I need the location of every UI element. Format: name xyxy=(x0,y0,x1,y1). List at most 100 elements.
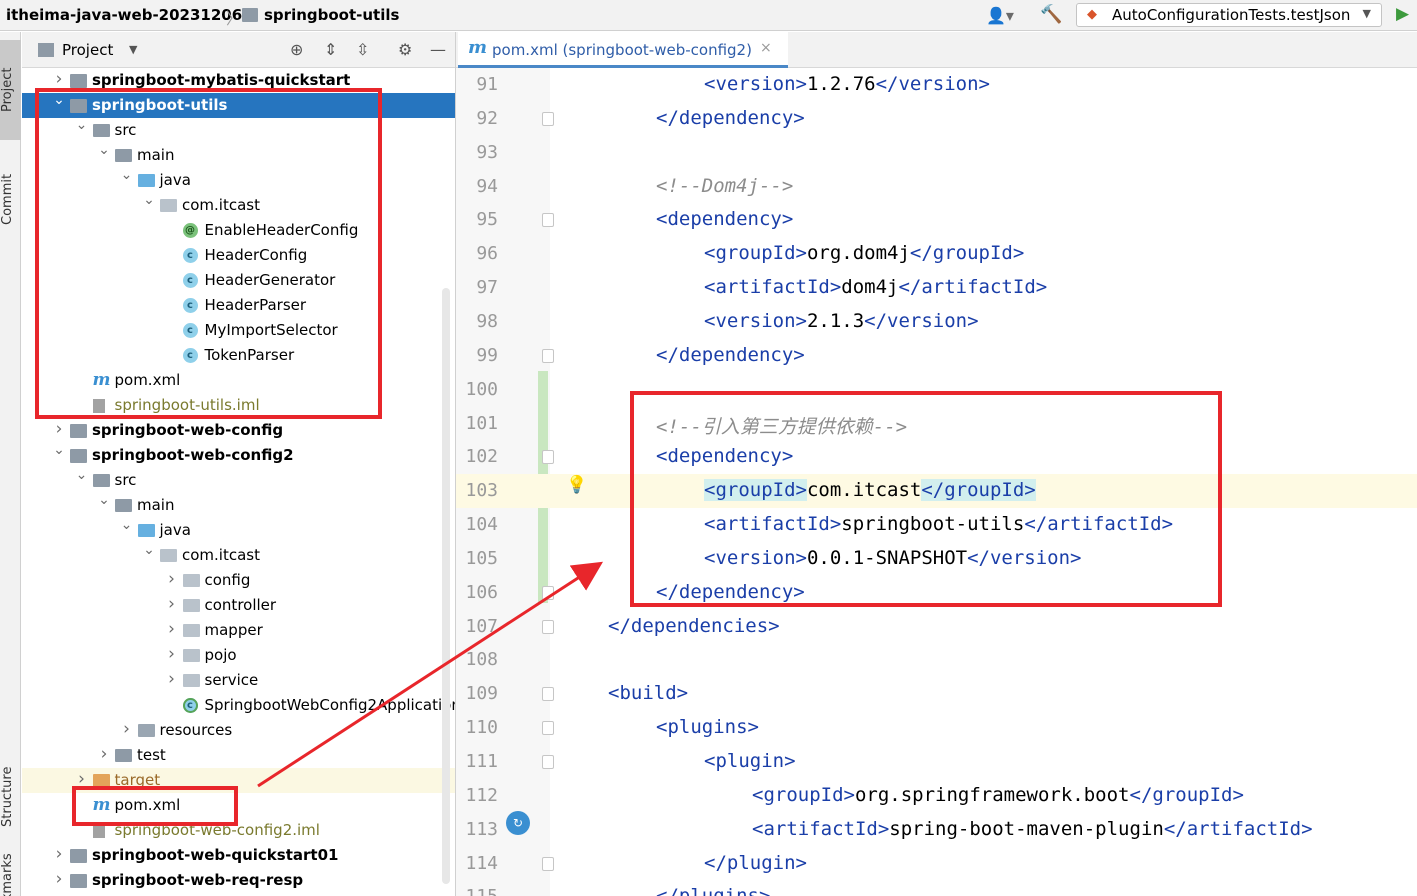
tree-item[interactable]: › target xyxy=(22,768,455,793)
chevron-down-icon[interactable]: ⌄ xyxy=(97,142,111,158)
lightbulb-icon[interactable]: 💡 xyxy=(566,475,587,495)
tree-item[interactable]: › springboot-web-quickstart01 xyxy=(22,843,455,868)
tool-tab-project[interactable]: Project xyxy=(0,40,21,140)
chevron-down-icon[interactable]: ▼ xyxy=(129,43,137,56)
fold-marker-icon[interactable] xyxy=(542,348,554,363)
chevron-right-icon[interactable]: › xyxy=(52,869,66,889)
fold-marker-icon[interactable] xyxy=(542,619,554,634)
locate-file-icon[interactable]: ⊕ xyxy=(290,40,303,59)
tree-item[interactable]: › config xyxy=(22,568,455,593)
code-line[interactable]: 102 <dependency> xyxy=(456,440,1417,474)
user-icon[interactable]: 👤▾ xyxy=(986,6,1014,25)
code-line[interactable]: 103 <groupId>com.itcast</groupId> xyxy=(456,474,1417,509)
chevron-down-icon[interactable]: ⌄ xyxy=(75,467,89,483)
hide-panel-icon[interactable]: — xyxy=(430,40,446,59)
code-line[interactable]: 93 xyxy=(456,136,1417,170)
fold-marker-icon[interactable] xyxy=(542,450,554,465)
tree-item[interactable]: › service xyxy=(22,668,455,693)
chevron-right-icon[interactable]: › xyxy=(52,419,66,439)
breadcrumb-module[interactable]: springboot-utils xyxy=(264,6,399,24)
code-line[interactable]: 98 <version>2.1.3</version> xyxy=(456,305,1417,339)
tree-scrollbar[interactable] xyxy=(442,288,450,884)
code-line[interactable]: 92 </dependency> xyxy=(456,102,1417,136)
chevron-right-icon[interactable]: › xyxy=(165,594,179,614)
fold-marker-icon[interactable] xyxy=(542,213,554,228)
tree-item[interactable]: › springboot-web-req-resp xyxy=(22,868,455,893)
code-line[interactable]: 107 </dependencies> xyxy=(456,610,1417,644)
tree-item[interactable]: m pom.xml xyxy=(22,793,455,818)
tree-item[interactable]: m pom.xml xyxy=(22,368,455,393)
tree-item[interactable]: ⌄ springboot-utils xyxy=(22,92,455,118)
code-line[interactable]: 96 <groupId>org.dom4j</groupId> xyxy=(456,237,1417,271)
tree-item[interactable]: › springboot-web-config xyxy=(22,418,455,443)
tree-item[interactable]: ⌄ com.itcast xyxy=(22,542,455,568)
run-configuration-dropdown[interactable]: ◆ AutoConfigurationTests.testJson ▼ xyxy=(1076,3,1382,27)
tree-item[interactable]: ⌄ main xyxy=(22,492,455,518)
tool-tab-commit[interactable]: Commit xyxy=(0,160,21,238)
code-line[interactable]: 97 <artifactId>dom4j</artifactId> xyxy=(456,271,1417,305)
code-line[interactable]: 112 <groupId>org.springframework.boot</gr… xyxy=(456,779,1417,813)
code-line[interactable]: 114 </plugin> xyxy=(456,847,1417,881)
chevron-right-icon[interactable]: › xyxy=(165,669,179,689)
chevron-right-icon[interactable]: › xyxy=(120,719,134,739)
tree-item[interactable]: springboot-utils.iml xyxy=(22,393,455,418)
chevron-down-icon[interactable]: ⌄ xyxy=(75,117,89,133)
code-line[interactable]: 94 <!--Dom4j--> xyxy=(456,170,1417,204)
expand-all-icon[interactable]: ⇕ xyxy=(324,40,337,59)
editor-tab-pom[interactable]: m pom.xml (springboot-web-config2) × xyxy=(458,32,788,68)
chevron-down-icon[interactable]: ⌄ xyxy=(52,442,66,458)
gear-icon[interactable]: ⚙ xyxy=(398,40,412,59)
code-line[interactable]: 115 </plugins> xyxy=(456,880,1417,896)
chevron-right-icon[interactable]: › xyxy=(165,644,179,664)
code-line[interactable]: 104 <artifactId>springboot-utils</artifac… xyxy=(456,508,1417,542)
code-line[interactable]: 108 xyxy=(456,643,1417,677)
tree-item[interactable]: ⌄ src xyxy=(22,117,455,143)
fold-marker-icon[interactable] xyxy=(542,721,554,736)
chevron-right-icon[interactable]: › xyxy=(75,769,89,789)
code-line[interactable]: 99 </dependency> xyxy=(456,339,1417,373)
tree-item[interactable]: › springboot-mybatis-quickstart xyxy=(22,68,455,93)
code-line[interactable]: 105 <version>0.0.1-SNAPSHOT</version> xyxy=(456,542,1417,576)
tree-item[interactable]: c SpringbootWebConfig2Application xyxy=(22,693,455,718)
chevron-right-icon[interactable]: › xyxy=(165,619,179,639)
maven-goal-icon[interactable]: ↻ xyxy=(506,811,530,835)
tree-item[interactable]: ⌄ java xyxy=(22,517,455,543)
fold-marker-icon[interactable] xyxy=(542,111,554,126)
tree-item[interactable]: ⌄ src xyxy=(22,467,455,493)
tree-item[interactable]: c HeaderConfig xyxy=(22,243,455,268)
code-line[interactable]: 111 <plugin> xyxy=(456,745,1417,779)
tree-item[interactable]: › mapper xyxy=(22,618,455,643)
code-line[interactable]: 113 <artifactId>spring-boot-maven-plugin<… xyxy=(456,813,1417,847)
hammer-icon[interactable]: 🔨 xyxy=(1040,4,1062,25)
code-line[interactable]: 101 <!--引入第三方提供依赖--> xyxy=(456,407,1417,441)
run-icon[interactable]: ▶ xyxy=(1396,4,1409,24)
tree-item[interactable]: ⌄ com.itcast xyxy=(22,192,455,218)
code-line[interactable]: 106 </dependency> xyxy=(456,576,1417,610)
code-line[interactable]: 91 <version>1.2.76</version> xyxy=(456,68,1417,102)
tree-item[interactable]: › resources xyxy=(22,718,455,743)
chevron-down-icon[interactable]: ⌄ xyxy=(142,542,156,558)
chevron-right-icon[interactable]: › xyxy=(52,69,66,89)
chevron-down-icon[interactable]: ⌄ xyxy=(142,192,156,208)
tree-item[interactable]: ⌄ main xyxy=(22,142,455,168)
tree-item[interactable]: › pojo xyxy=(22,643,455,668)
code-line[interactable]: 95 <dependency> xyxy=(456,203,1417,237)
tree-item[interactable]: springboot-web-config2.iml xyxy=(22,818,455,843)
tree-item[interactable]: c MyImportSelector xyxy=(22,318,455,343)
chevron-down-icon[interactable]: ⌄ xyxy=(52,92,66,108)
project-view-selector[interactable]: Project xyxy=(62,41,113,59)
code-line[interactable]: 100 xyxy=(456,373,1417,407)
tree-item[interactable]: c TokenParser xyxy=(22,343,455,368)
tree-item[interactable]: @ EnableHeaderConfig xyxy=(22,218,455,243)
code-line[interactable]: 109 <build> xyxy=(456,677,1417,711)
fold-marker-icon[interactable] xyxy=(542,755,554,769)
tree-item[interactable]: › controller xyxy=(22,593,455,618)
tree-item[interactable]: c HeaderGenerator xyxy=(22,268,455,293)
tree-item[interactable]: › test xyxy=(22,743,455,768)
fold-marker-icon[interactable] xyxy=(542,687,554,702)
tool-tab-structure[interactable]: Structure xyxy=(0,752,21,842)
tree-item[interactable]: ⌄ java xyxy=(22,167,455,193)
chevron-right-icon[interactable]: › xyxy=(165,569,179,589)
tree-item[interactable]: ⌄ springboot-web-config2 xyxy=(22,442,455,468)
chevron-right-icon[interactable]: › xyxy=(97,744,111,764)
